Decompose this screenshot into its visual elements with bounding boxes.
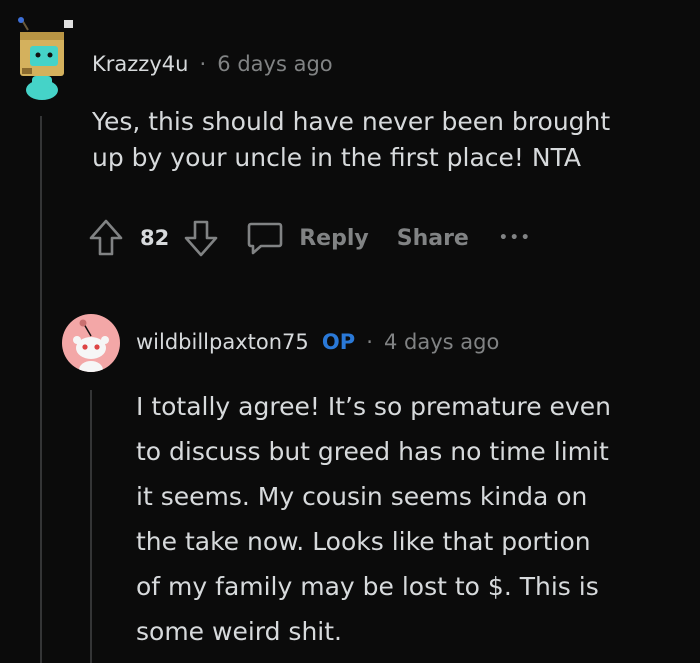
timestamp[interactable]: 6 days ago bbox=[217, 52, 332, 76]
comment-body-line: of my family may be lost to $. This is bbox=[136, 572, 599, 601]
avatar[interactable] bbox=[62, 314, 120, 372]
comment-body-line: up by your uncle in the first place! NTA bbox=[92, 142, 582, 172]
op-badge: OP bbox=[321, 330, 356, 354]
comment-body-line: some weird shit. bbox=[136, 617, 342, 646]
comment-body-line: the take now. Looks like that portion bbox=[136, 527, 591, 556]
downvote-icon[interactable] bbox=[183, 218, 219, 258]
thread-line[interactable] bbox=[40, 116, 42, 663]
username[interactable]: Krazzy4u bbox=[92, 52, 188, 76]
comment-header: wildbillpaxton75 OP · 4 days ago bbox=[136, 330, 499, 354]
separator: · bbox=[199, 52, 207, 76]
thread-line-nested[interactable] bbox=[90, 390, 92, 663]
comment-header: Krazzy4u · 6 days ago bbox=[92, 52, 333, 76]
comment-body-line: Yes, this should have never been brought bbox=[92, 107, 611, 136]
action-bar: 82 Reply Share ••• bbox=[88, 216, 532, 260]
vote-count: 82 bbox=[140, 226, 170, 250]
comment-body: Yes, this should have never been brought… bbox=[92, 104, 692, 175]
reply-button[interactable]: Reply bbox=[245, 218, 369, 258]
comment-body-line: I totally agree! It’s so premature even bbox=[136, 392, 611, 421]
robot-avatar-icon bbox=[18, 17, 73, 100]
snoo-avatar-icon bbox=[73, 319, 109, 372]
avatar[interactable] bbox=[8, 16, 74, 100]
comment-body: I totally agree! It’s so premature even … bbox=[136, 384, 696, 654]
share-button[interactable]: Share bbox=[397, 226, 469, 251]
more-options-button[interactable]: ••• bbox=[499, 230, 532, 246]
comment-bubble-icon bbox=[245, 218, 285, 258]
upvote-icon[interactable] bbox=[88, 218, 124, 258]
comment-body-line: to discuss but greed has no time limit bbox=[136, 437, 609, 466]
username[interactable]: wildbillpaxton75 bbox=[136, 330, 309, 354]
comment-body-line: it seems. My cousin seems kinda on bbox=[136, 482, 588, 511]
timestamp[interactable]: 4 days ago bbox=[384, 330, 499, 354]
reply-label: Reply bbox=[299, 225, 369, 251]
separator: · bbox=[366, 330, 373, 354]
